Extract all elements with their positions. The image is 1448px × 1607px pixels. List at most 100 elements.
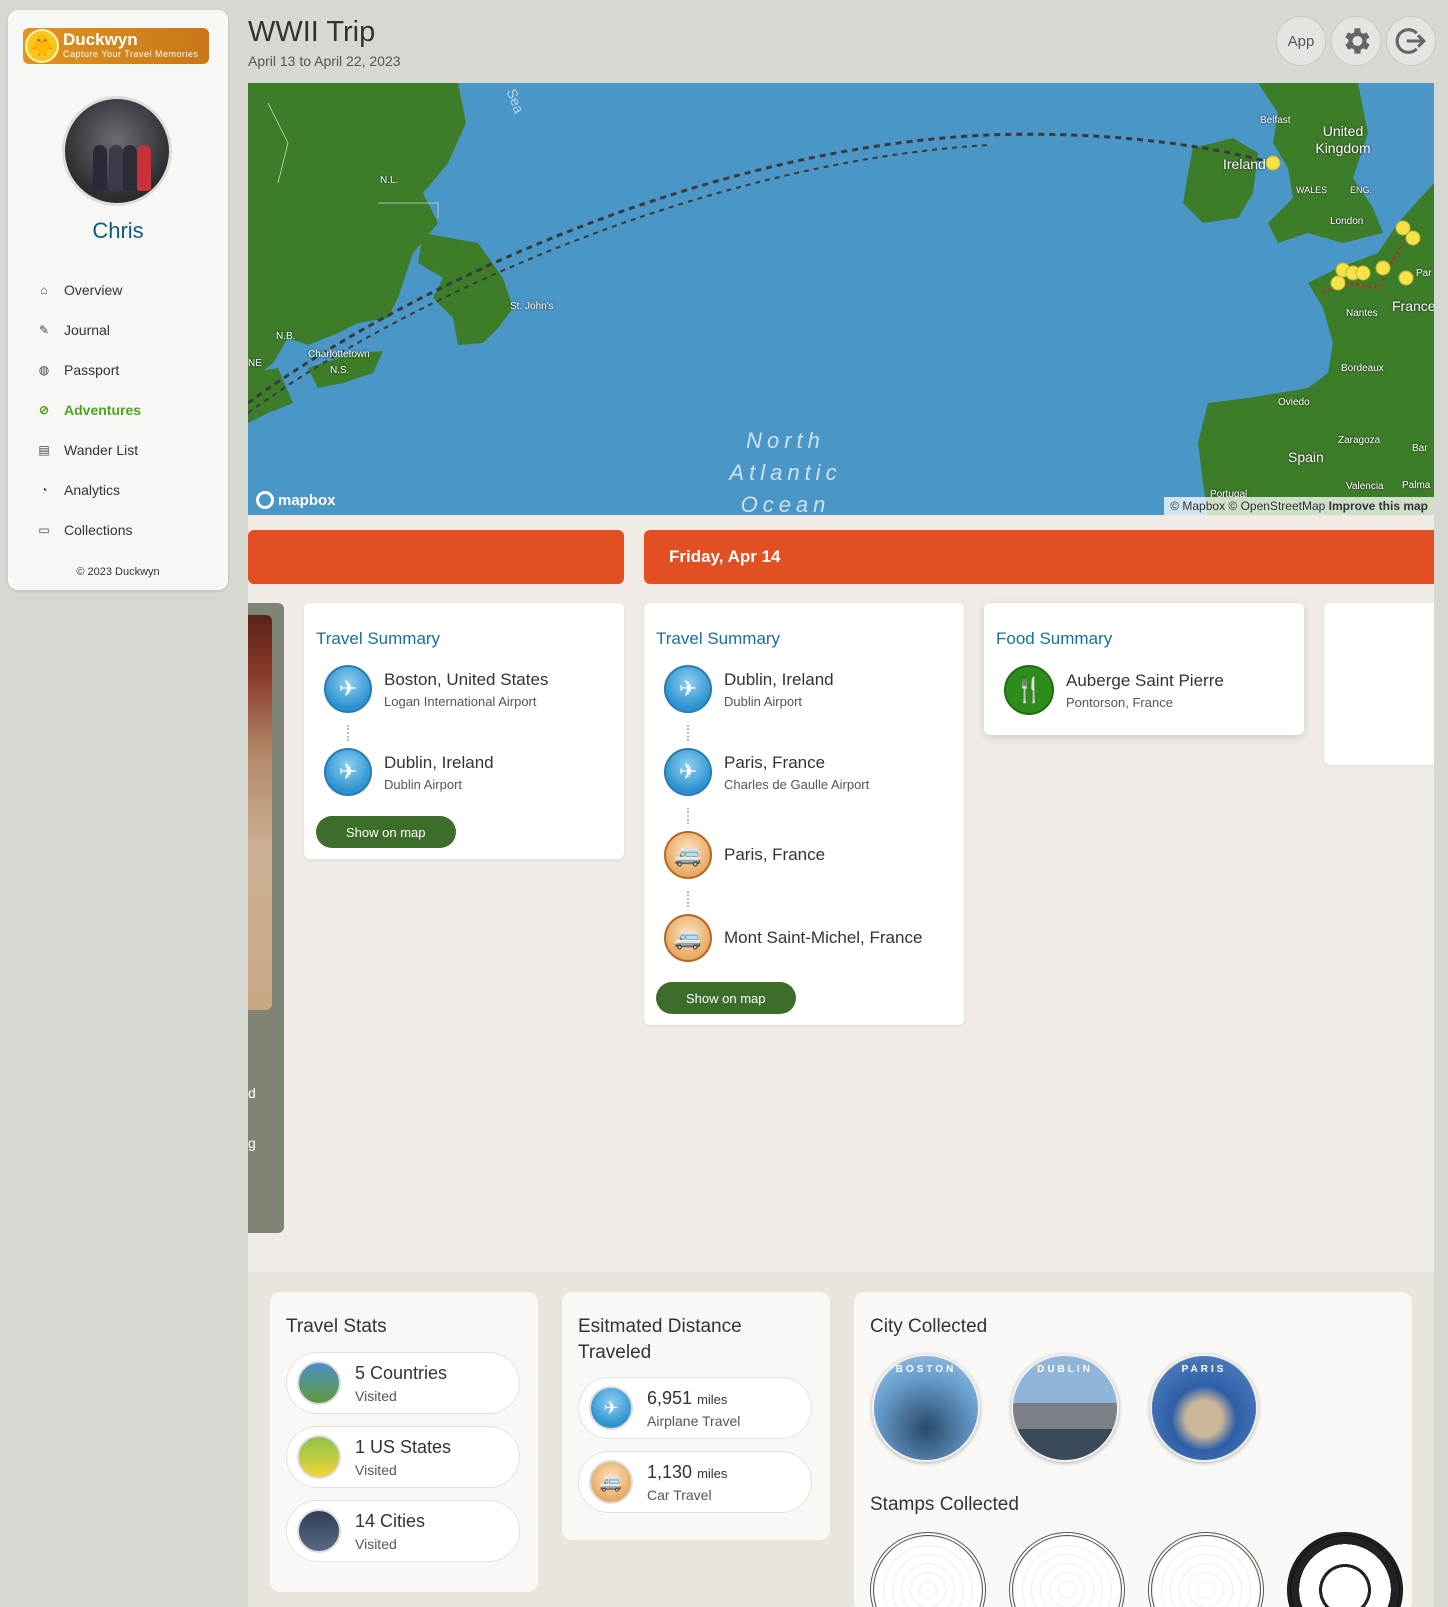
stop-sub: Charles de Gaulle Airport bbox=[724, 776, 870, 792]
day-header-bar[interactable] bbox=[248, 530, 624, 584]
nav-item-passport[interactable]: ◍ Passport bbox=[36, 350, 141, 390]
show-on-map-button[interactable]: Show on map bbox=[656, 982, 796, 1014]
map-label-valencia: Valencia bbox=[1346, 481, 1384, 492]
nav-item-overview[interactable]: ⌂ Overview bbox=[36, 270, 141, 310]
map-label-ocean: North Atlantic Ocean bbox=[729, 428, 842, 515]
map-marker bbox=[1375, 260, 1391, 276]
logout-button[interactable] bbox=[1386, 16, 1436, 66]
city-coin-dublin[interactable]: DUBLIN bbox=[1011, 1354, 1119, 1462]
landmass-newfoundland bbox=[418, 233, 513, 345]
nav-label: Passport bbox=[64, 362, 120, 378]
stop-city: Dublin, Ireland bbox=[724, 669, 834, 689]
stamp-notre-dame[interactable] bbox=[1287, 1532, 1403, 1607]
map-attribution: © Mapbox © OpenStreetMap Improve this ma… bbox=[1164, 497, 1434, 515]
avatar[interactable] bbox=[62, 96, 172, 206]
stat-countries[interactable]: 5 Countries Visited bbox=[286, 1352, 520, 1414]
map-label-london: London bbox=[1330, 216, 1364, 227]
stamp-memorial[interactable] bbox=[1148, 1532, 1264, 1607]
map-label-bordeaux: Bordeaux bbox=[1341, 363, 1384, 374]
beach-photo bbox=[248, 615, 272, 1010]
nav-item-journal[interactable]: ✎ Journal bbox=[36, 310, 141, 350]
user-name[interactable]: Chris bbox=[8, 218, 228, 244]
stat-car-distance[interactable]: 🚐 1,130 miles Car Travel bbox=[578, 1451, 812, 1513]
map-label-france: France bbox=[1392, 298, 1434, 314]
nav-label: Journal bbox=[64, 322, 110, 338]
nav-item-analytics[interactable]: ◔ Analytics bbox=[36, 470, 141, 510]
globe-icon: ◍ bbox=[38, 363, 50, 377]
stop-sub: Dublin Airport bbox=[384, 776, 463, 792]
logo-name: Duckwyn bbox=[63, 30, 138, 49]
gear-icon bbox=[1345, 28, 1370, 54]
app-button[interactable]: App bbox=[1276, 16, 1326, 66]
avatar-person bbox=[93, 145, 107, 191]
travel-stop[interactable]: 🚐 Paris, France bbox=[664, 831, 825, 879]
city-coin-paris[interactable]: PARIS bbox=[1150, 1354, 1258, 1462]
stop-sub: Logan International Airport bbox=[384, 693, 537, 709]
stamp-pointe-du-hoc[interactable] bbox=[1009, 1532, 1125, 1607]
stamp-mont-saint-michel[interactable] bbox=[870, 1532, 986, 1607]
compass-icon: ⊘ bbox=[38, 403, 50, 417]
stop-city: Paris, France bbox=[724, 752, 826, 772]
stop-city: Mont Saint-Michel, France bbox=[724, 928, 923, 947]
travel-stats-panel: Travel Stats 5 Countries Visited 1 US Sta… bbox=[270, 1292, 538, 1592]
sidebar-nav: ⌂ Overview ✎ Journal ◍ Passport ⊘ Adventures… bbox=[36, 270, 141, 550]
travel-stop[interactable]: ✈ Paris, France Charles de Gaulle Airport bbox=[664, 748, 869, 796]
stat-airplane-distance[interactable]: ✈ 6,951 miles Airplane Travel bbox=[578, 1377, 812, 1439]
travel-stop[interactable]: ✈ Dublin, Ireland Dublin Airport bbox=[664, 665, 834, 713]
food-item[interactable]: 🍴 Auberge Saint Pierre Pontorson, France bbox=[1004, 665, 1224, 715]
map-label-charlottetown: Charlottetown bbox=[308, 349, 370, 360]
map-label-ne: NE bbox=[248, 358, 262, 369]
travel-summary-card: Travel Summary ✈ Boston, United States Lo… bbox=[304, 603, 624, 859]
nav-label: Adventures bbox=[64, 402, 142, 418]
trip-map[interactable]: Sea N.L. N.B. NE Charlottetown N.S. St. … bbox=[248, 83, 1434, 515]
gauge-icon: ◔ bbox=[40, 483, 48, 497]
stop-city: Dublin, Ireland bbox=[384, 752, 494, 772]
usa-badge-icon bbox=[297, 1435, 341, 1479]
card-title: Travel Summary bbox=[316, 629, 441, 648]
airplane-icon: ✈ bbox=[664, 748, 712, 796]
trip-stats-section: Travel Stats 5 Countries Visited 1 US Sta… bbox=[248, 1272, 1434, 1607]
home-icon: ⌂ bbox=[40, 283, 48, 297]
nav-label: Wander List bbox=[64, 442, 139, 458]
timeline: Friday, Apr 14 d g Travel Summary ✈ Bost… bbox=[248, 515, 1434, 1272]
stat-label: Visited bbox=[355, 1461, 397, 1478]
photo-card[interactable]: d g bbox=[248, 603, 284, 1233]
travel-summary-card: Travel Summary ✈ Dublin, Ireland Dublin A… bbox=[644, 603, 964, 1025]
distance-label: Airplane Travel bbox=[647, 1412, 741, 1429]
mapbox-logo-text: mapbox bbox=[278, 491, 336, 509]
map-label-bar: Bar bbox=[1412, 443, 1428, 454]
map-label-nl: N.L. bbox=[380, 175, 399, 186]
mapbox-icon bbox=[256, 491, 274, 509]
city-coin-boston[interactable]: BOSTON bbox=[872, 1354, 980, 1462]
stat-cities[interactable]: 14 Cities Visited bbox=[286, 1500, 520, 1562]
stat-us-states[interactable]: 1 US States Visited bbox=[286, 1426, 520, 1488]
attribution-text[interactable]: © Mapbox © OpenStreetMap bbox=[1170, 499, 1325, 513]
settings-button[interactable] bbox=[1331, 16, 1381, 66]
nav-item-wander-list[interactable]: ▤ Wander List bbox=[36, 430, 141, 470]
nav-label: Collections bbox=[64, 522, 133, 538]
travel-stop[interactable]: ✈ Boston, United States Logan Internation… bbox=[324, 665, 548, 713]
mapbox-logo[interactable]: mapbox bbox=[256, 491, 336, 509]
improve-map-link[interactable]: Improve this map bbox=[1329, 499, 1428, 513]
coin-label: PARIS bbox=[1181, 1364, 1227, 1375]
map-label-par: Par bbox=[1416, 268, 1432, 279]
avatar-person bbox=[123, 145, 137, 191]
show-on-map-button[interactable]: Show on map bbox=[316, 816, 456, 848]
map-marker bbox=[1405, 230, 1421, 246]
coin-label: DUBLIN bbox=[1037, 1364, 1093, 1375]
map-marker bbox=[1330, 275, 1346, 291]
nav-item-collections[interactable]: ▭ Collections bbox=[36, 510, 141, 550]
logout-icon bbox=[1395, 28, 1426, 54]
stat-label: Visited bbox=[355, 1535, 397, 1552]
map-label-belfast: Belfast bbox=[1260, 115, 1291, 126]
day-header-bar[interactable]: Friday, Apr 14 bbox=[644, 530, 1434, 584]
duckwyn-logo[interactable]: 🐥 Duckwyn Capture Your Travel Memories bbox=[23, 28, 209, 64]
stop-connector bbox=[687, 891, 689, 907]
travel-stop[interactable]: ✈ Dublin, Ireland Dublin Airport bbox=[324, 748, 494, 796]
nav-item-adventures[interactable]: ⊘ Adventures bbox=[36, 390, 141, 430]
panel-title: Esitmated Distance Traveled bbox=[578, 1316, 742, 1363]
nav-label: Overview bbox=[64, 282, 123, 298]
map-label-ireland: Ireland bbox=[1223, 156, 1266, 172]
restaurant-name: Auberge Saint Pierre bbox=[1066, 670, 1224, 690]
travel-stop[interactable]: 🚐 Mont Saint-Michel, France bbox=[664, 914, 922, 962]
